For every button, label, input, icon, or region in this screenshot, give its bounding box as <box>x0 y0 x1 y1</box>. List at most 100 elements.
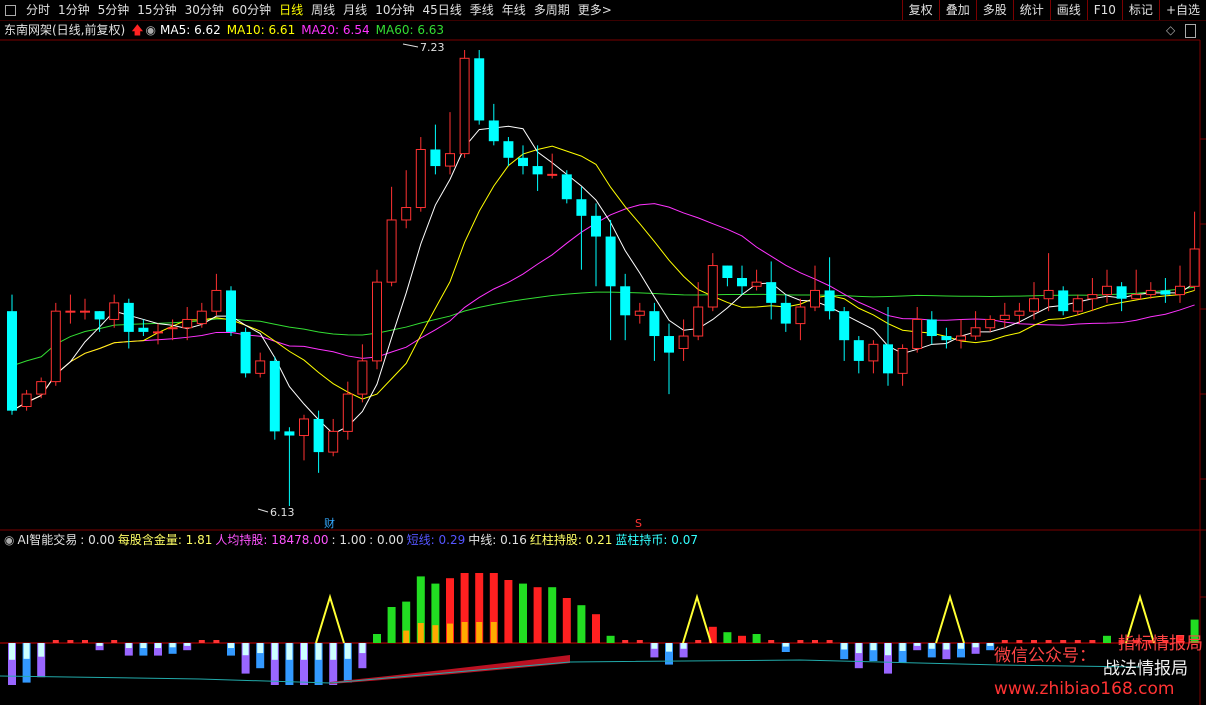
watermark-line2: 战法情报局 <box>1103 654 1188 679</box>
indicator-item-3: 人均持股: 18478.00 <box>215 533 329 547</box>
tab-11[interactable]: 季线 <box>466 0 498 20</box>
tab-13[interactable]: 多周期 <box>530 0 574 20</box>
tab-0[interactable]: 分时 <box>22 0 54 20</box>
candle-body <box>664 336 674 353</box>
ind-light-bar <box>286 643 293 660</box>
tab-2[interactable]: 5分钟 <box>94 0 134 20</box>
ind-light-bar <box>242 643 249 656</box>
settings-circle-icon[interactable]: ◉ <box>4 532 14 548</box>
ind-orange-bar <box>432 625 439 643</box>
ind-light-bar <box>184 643 191 646</box>
ind-light-bar <box>125 643 132 649</box>
ind-red-bar <box>504 580 513 643</box>
toolbar-button-0[interactable]: 复权 <box>901 0 939 20</box>
ind-small-bar <box>826 640 833 643</box>
ind-red-bar <box>752 634 761 643</box>
watermark-brand1: 指标情报局 <box>1118 634 1203 654</box>
indicator-item-7: 中线: 0.16 <box>468 533 527 547</box>
candle-body <box>576 199 587 216</box>
tab-14[interactable]: 更多> <box>574 0 616 20</box>
diamond-icon[interactable]: ◇ <box>1166 23 1175 37</box>
candle-body <box>182 318 193 329</box>
toolbar-button-7[interactable]: +自选 <box>1158 0 1206 20</box>
tab-4[interactable]: 30分钟 <box>181 0 228 20</box>
ind-teal-line <box>0 659 1141 684</box>
toolbar-button-6[interactable]: 标记 <box>1121 0 1159 20</box>
window-square-icon[interactable] <box>5 4 16 16</box>
toolbar-button-2[interactable]: 多股 <box>975 0 1013 20</box>
ind-light-bar <box>359 643 366 654</box>
ind-light-bar <box>855 643 862 654</box>
scroll-box-icon[interactable] <box>1185 24 1196 38</box>
ind-red-bar <box>1103 635 1111 643</box>
tab-3[interactable]: 15分钟 <box>133 0 180 20</box>
ind-light-bar <box>140 643 147 649</box>
ind-light-bar <box>23 643 30 659</box>
candle-body <box>357 360 368 395</box>
candle-body <box>649 311 660 337</box>
ind-light-bar <box>914 643 921 646</box>
tab-6[interactable]: 日线 <box>275 0 307 20</box>
ind-small-bar <box>695 640 702 643</box>
ind-light-bar <box>928 643 935 649</box>
candle-body <box>1116 286 1127 299</box>
tab-9[interactable]: 10分钟 <box>371 0 418 20</box>
candle-body <box>766 282 777 303</box>
indicator-item-9: 蓝柱持币: 0.07 <box>615 533 698 547</box>
ind-red-bar <box>373 634 381 643</box>
ind-red-bar <box>723 632 732 643</box>
tab-5[interactable]: 60分钟 <box>228 0 275 20</box>
candle-body <box>941 336 952 341</box>
candle-body <box>167 327 178 330</box>
ind-red-bar <box>577 605 586 643</box>
candle-body <box>284 431 295 436</box>
toolbar-button-5[interactable]: F10 <box>1086 0 1122 20</box>
ind-light-bar <box>782 643 789 647</box>
ind-light-bar <box>344 643 351 659</box>
candle-body <box>1072 298 1083 312</box>
ind-light-bar <box>257 643 264 654</box>
candle-body <box>561 174 572 200</box>
tab-7[interactable]: 周线 <box>307 0 339 20</box>
candle-body <box>430 149 441 167</box>
candle-body <box>780 302 791 324</box>
ind-orange-bar <box>490 622 497 643</box>
candle-body <box>795 306 806 325</box>
ind-red-bar <box>738 635 746 643</box>
candle-body <box>65 310 76 313</box>
candle-body <box>591 215 601 237</box>
ind-light-bar <box>972 643 979 648</box>
ind-orange-bar <box>403 630 410 643</box>
candle-body <box>897 347 908 374</box>
candle-body <box>109 302 120 320</box>
candle-body <box>123 302 134 332</box>
ind-small-bar <box>111 640 118 643</box>
ind-small-bar <box>622 640 629 643</box>
ind-light-bar <box>330 643 337 660</box>
ind-small-bar <box>797 640 804 643</box>
candle-body <box>839 311 850 341</box>
toolbar-button-1[interactable]: 叠加 <box>938 0 976 20</box>
ind-red-bar <box>387 607 396 643</box>
tab-10[interactable]: 45日线 <box>418 0 465 20</box>
ind-small-bar <box>636 640 643 643</box>
candle-body <box>970 327 981 337</box>
candle-body <box>810 289 820 308</box>
toolbar-button-3[interactable]: 统计 <box>1012 0 1050 20</box>
sell-marker: S <box>635 517 642 530</box>
watermark-url: www.zhibiao168.com <box>994 679 1174 699</box>
tab-8[interactable]: 月线 <box>339 0 371 20</box>
ind-small-bar <box>52 640 59 643</box>
watermark-line1b: 指标情报局 <box>1118 629 1203 654</box>
candle-body <box>255 360 266 374</box>
candle-body <box>985 318 996 329</box>
tab-12[interactable]: 年线 <box>498 0 530 20</box>
settings-circle-icon[interactable]: ◉ <box>146 21 156 39</box>
toolbar-button-4[interactable]: 画线 <box>1049 0 1087 20</box>
kline-chart[interactable]: 7.23 6.13 财 S <box>0 0 1206 705</box>
candle-body <box>634 310 645 316</box>
ma5-line <box>11 125 1195 435</box>
candle-body <box>693 306 704 337</box>
candle-body <box>445 153 455 167</box>
tab-1[interactable]: 1分钟 <box>54 0 94 20</box>
